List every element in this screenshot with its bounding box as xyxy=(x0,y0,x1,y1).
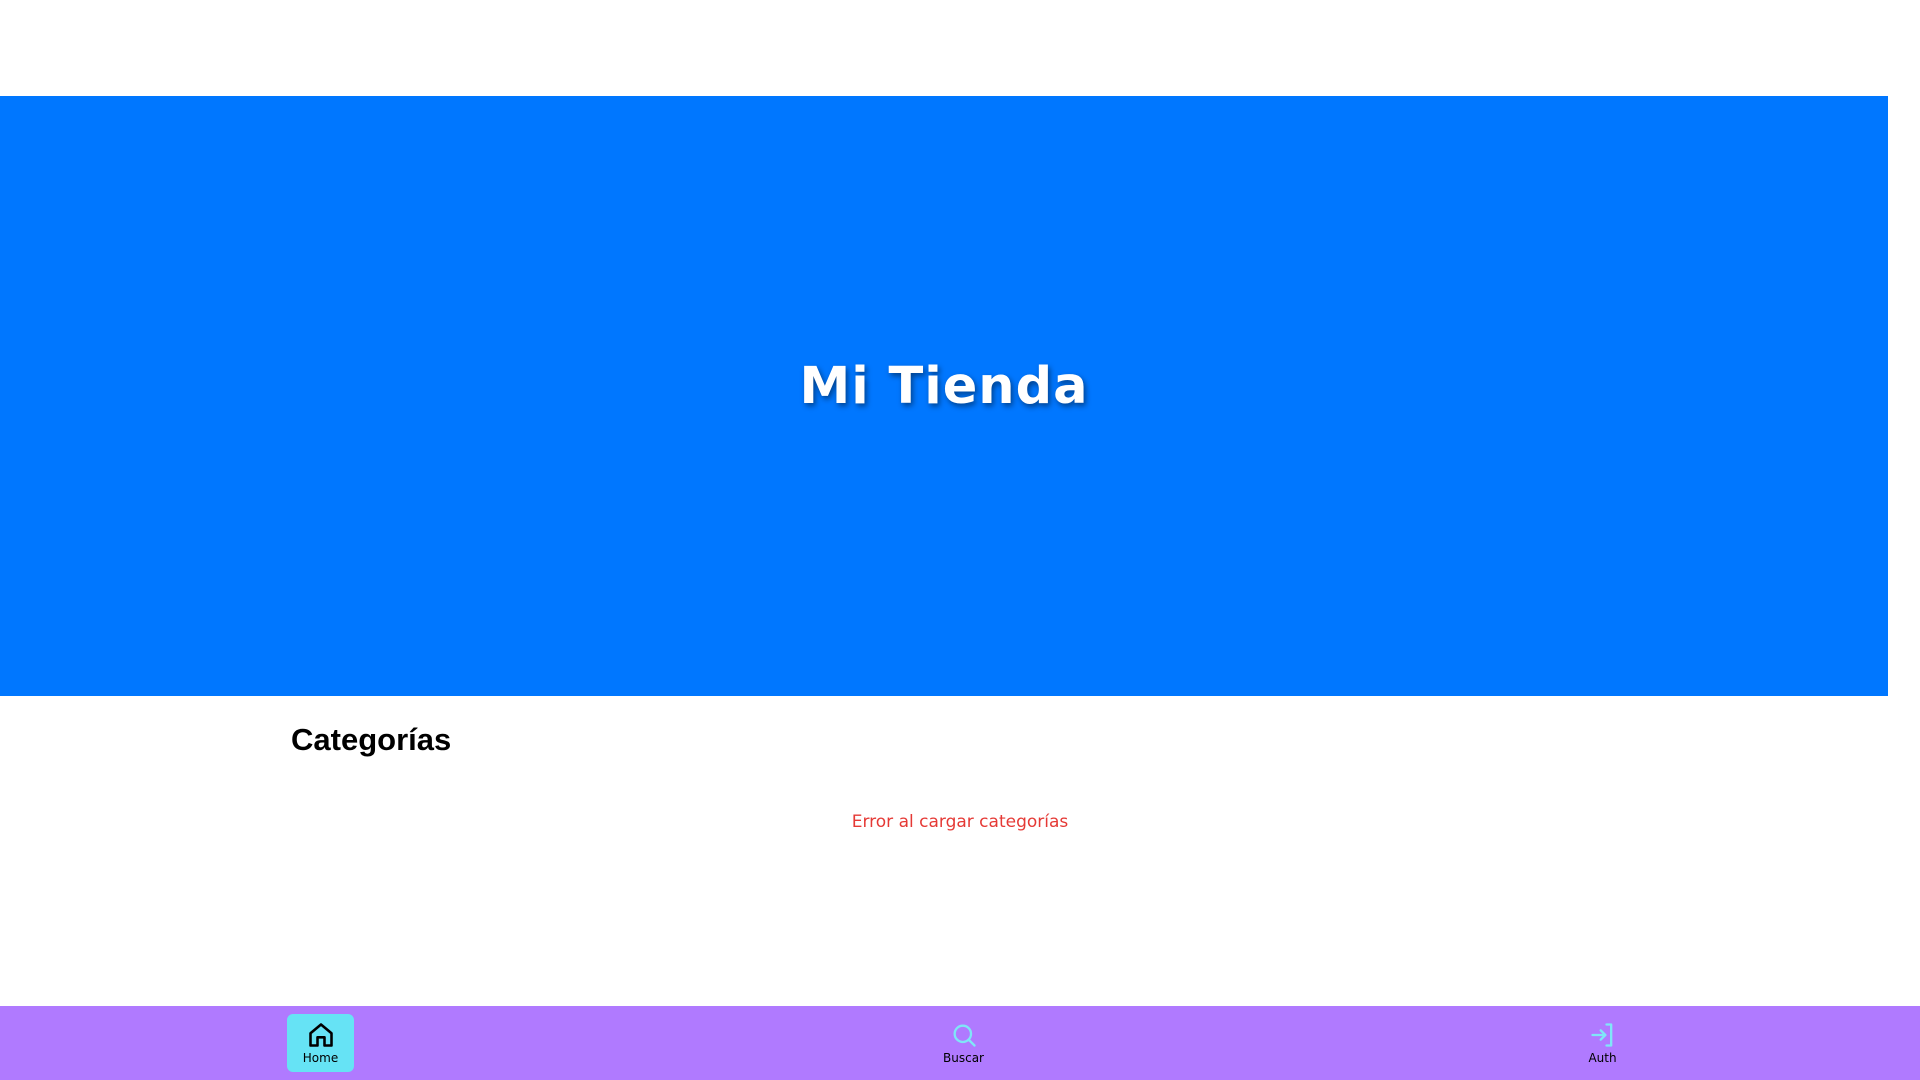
hero-banner: Mi Tienda xyxy=(0,96,1888,696)
categories-section: Categorías xyxy=(291,722,1629,758)
nav-item-label: Buscar xyxy=(943,1051,984,1065)
categories-title: Categorías xyxy=(291,722,452,757)
search-icon xyxy=(950,1021,978,1049)
nav-item-label: Auth xyxy=(1588,1051,1617,1065)
store-title: Mi Tienda xyxy=(799,356,1089,416)
nav-item-auth[interactable]: Auth xyxy=(1569,1014,1636,1072)
login-icon xyxy=(1589,1021,1617,1049)
bottom-navigation: Home Buscar Auth xyxy=(0,1006,1920,1080)
nav-item-home[interactable]: Home xyxy=(287,1014,354,1072)
nav-item-buscar[interactable]: Buscar xyxy=(930,1014,997,1072)
nav-item-label: Home xyxy=(302,1051,339,1065)
home-icon xyxy=(307,1021,335,1049)
page: Mi Tienda Categorías Error al cargar cat… xyxy=(0,0,1920,1080)
categories-error-message: Error al cargar categorías xyxy=(851,812,1069,832)
